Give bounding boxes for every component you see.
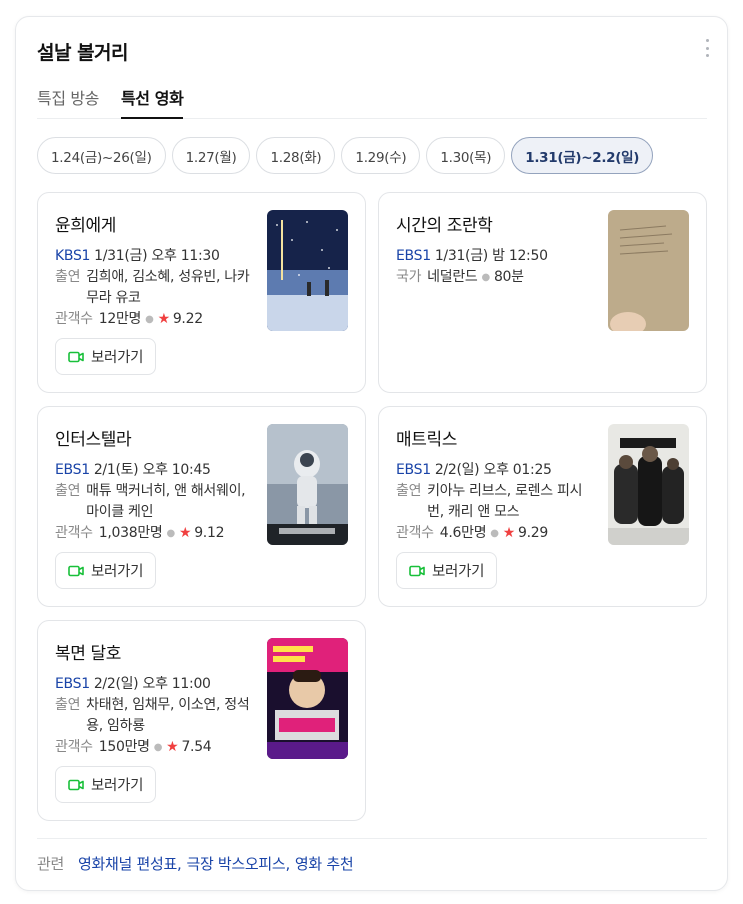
watch-label: 보러가기 [91,564,144,580]
cast-label: 출연 [55,697,81,713]
watch-button[interactable]: 보러가기 [55,338,157,375]
audience-label: 관객수 [55,525,93,541]
movie-title[interactable]: 윤희에게 [55,211,116,236]
tab-bar: 특집 방송 특선 영화 [37,85,707,119]
date-chip[interactable]: 1.29(수) [341,137,421,174]
movie-meta: EBS1 2/1(토) 오후 10:45 출연 매튜 맥커너히, 앤 해서웨이, 마… [55,460,255,544]
date-chip-selected[interactable]: 1.31(금)~2.2(일) [511,137,654,174]
holiday-panel: 설날 볼거리 특집 방송 특선 영화 1.24(금)~26(일) 1.27(월)… [15,16,728,891]
channel-name: KBS1 [55,248,91,264]
movie-card: 시간의 조란학 EBS1 1/31(금) 밤 12:50 국가 네덜란드 ● 80분 [378,192,707,393]
cast-list: 김희애, 김소혜, 성유빈, 나카무라 유코 [86,269,250,306]
date-chip[interactable]: 1.28(화) [256,137,336,174]
duration: 80분 [493,269,524,285]
watch-label: 보러가기 [91,350,144,366]
tab-special-broadcast[interactable]: 특집 방송 [37,85,99,119]
air-time: 2/2(일) 오후 01:25 [434,462,552,478]
country-label: 국가 [396,269,422,285]
movie-title[interactable]: 복면 달호 [55,639,121,664]
country: 네덜란드 [427,269,478,285]
air-time: 1/31(금) 오후 11:30 [94,248,220,264]
star-icon: ★ [502,525,516,541]
watch-label: 보러가기 [91,778,144,794]
related-link-channel-schedule[interactable]: 영화채널 편성표 [78,855,177,873]
movie-card: 복면 달호 EBS1 2/2(일) 오후 11:00 출연 차태현, 임채무, 이소… [37,620,366,821]
related-link-movie-recommend[interactable]: 영화 추천 [295,855,354,873]
movie-meta: KBS1 1/31(금) 오후 11:30 출연 김희애, 김소혜, 성유빈, 나카… [55,246,255,330]
rating: 9.22 [172,311,203,327]
cast-list: 키아누 리브스, 로렌스 피시번, 캐리 앤 모스 [427,483,583,520]
movie-poster[interactable] [267,424,348,545]
air-time: 2/2(일) 오후 11:00 [93,676,211,692]
cast-list: 매튜 맥커너히, 앤 해서웨이, 마이클 케인 [86,483,246,520]
channel-name: EBS1 [396,462,431,478]
air-time: 2/1(토) 오후 10:45 [93,462,211,478]
rating: 9.29 [517,525,548,541]
movie-card: 매트릭스 EBS1 2/2(일) 오후 01:25 출연 키아누 리브스, 로렌스 … [378,406,707,607]
movie-meta: EBS1 1/31(금) 밤 12:50 국가 네덜란드 ● 80분 [396,246,596,288]
movie-poster[interactable] [608,424,689,545]
audience-count: 12만명 [98,311,142,327]
watch-label: 보러가기 [432,564,485,580]
date-chip-list: 1.24(금)~26(일) 1.27(월) 1.28(화) 1.29(수) 1.… [37,137,654,174]
related-links: 관련 영화채널 편성표, 극장 박스오피스, 영화 추천 [37,838,707,874]
movie-poster[interactable] [267,638,348,759]
related-link-box-office[interactable]: 극장 박스오피스 [186,855,285,873]
star-icon: ★ [166,739,179,755]
movie-meta: EBS1 2/2(일) 오후 11:00 출연 차태현, 임채무, 이소연, 정석용… [55,674,255,758]
channel-name: EBS1 [55,676,90,692]
audience-count: 4.6만명 [439,525,487,541]
movie-title[interactable]: 인터스텔라 [55,425,132,450]
audience-label: 관객수 [55,739,93,755]
channel-name: EBS1 [396,248,431,264]
watch-button[interactable]: 보러가기 [396,552,498,589]
movie-title[interactable]: 매트릭스 [396,425,457,450]
movie-poster[interactable] [267,210,348,331]
cast-label: 출연 [396,483,422,499]
rating: 9.12 [194,525,225,541]
watch-button[interactable]: 보러가기 [55,552,157,589]
video-camera-icon [68,779,84,790]
audience-label: 관객수 [396,525,434,541]
video-camera-icon [68,351,84,362]
audience-count: 1,038만명 [98,525,163,541]
star-icon: ★ [178,525,192,541]
date-chip[interactable]: 1.27(월) [171,137,251,174]
channel-name: EBS1 [55,462,90,478]
cast-label: 출연 [55,483,81,499]
audience-label: 관객수 [55,311,93,327]
tab-special-movies[interactable]: 특선 영화 [120,85,184,119]
related-label: 관련 [37,855,65,873]
date-chip[interactable]: 1.30(목) [426,137,506,174]
audience-count: 150만명 [98,739,150,755]
more-vertical-icon[interactable] [703,39,711,57]
air-time: 1/31(금) 밤 12:50 [434,248,548,264]
movie-title[interactable]: 시간의 조란학 [396,211,493,236]
cast-label: 출연 [55,269,81,285]
cast-list: 차태현, 임채무, 이소연, 정석용, 임하룡 [86,697,250,734]
movie-card: 인터스텔라 EBS1 2/1(토) 오후 10:45 출연 매튜 맥커너히, 앤 해… [37,406,366,607]
movie-card: 윤희에게 KBS1 1/31(금) 오후 11:30 출연 김희애, 김소혜, 성유… [37,192,366,393]
panel-title: 설날 볼거리 [37,42,129,64]
movie-poster[interactable] [608,210,689,331]
rating: 7.54 [181,739,212,755]
movie-meta: EBS1 2/2(일) 오후 01:25 출연 키아누 리브스, 로렌스 피시번, … [396,460,596,544]
date-chip[interactable]: 1.24(금)~26(일) [37,137,166,174]
watch-button[interactable]: 보러가기 [55,766,157,803]
video-camera-icon [68,565,84,576]
video-camera-icon [409,565,425,576]
star-icon: ★ [157,311,171,327]
